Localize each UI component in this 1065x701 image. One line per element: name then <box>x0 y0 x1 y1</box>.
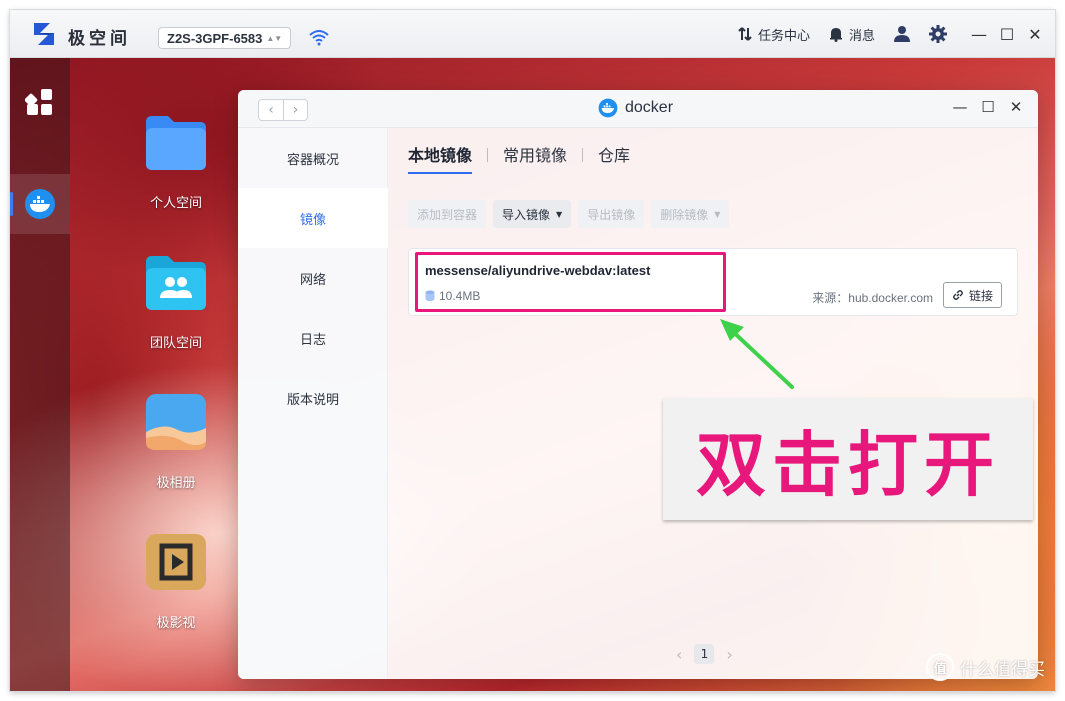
brand-name: 极空间 <box>68 29 131 49</box>
docker-whale-icon <box>25 189 55 219</box>
window-controls: — ☐ ✕ <box>950 98 1026 116</box>
settings-button[interactable] <box>929 25 947 43</box>
prev-page-icon[interactable]: ‹ <box>676 645 682 664</box>
button-label: 删除镜像 <box>660 207 709 222</box>
wifi-icon[interactable] <box>308 28 330 46</box>
messages-label: 消息 <box>848 28 875 44</box>
docker-window: ‹ › docker — ☐ ✕ 容器概况 镜像 网络 日志 版本说明 本地镜像… <box>238 90 1038 679</box>
sidebar-item-release-notes[interactable]: 版本说明 <box>238 368 388 428</box>
caret-down-icon: ▼ <box>556 209 563 219</box>
delete-image-button[interactable]: 删除镜像 ▼ <box>651 200 730 228</box>
zspace-logo-icon <box>34 23 54 45</box>
app-photos[interactable]: 极相册 <box>131 392 221 491</box>
window-title: docker <box>598 98 673 118</box>
task-center-button[interactable]: 任务中心 <box>737 25 810 44</box>
import-image-button[interactable]: 导入镜像 ▼ <box>493 200 572 228</box>
add-to-container-button[interactable]: 添加到容器 <box>408 200 487 228</box>
sidebar-item-label: 版本说明 <box>286 392 339 408</box>
gear-icon <box>929 25 947 43</box>
user-icon <box>894 26 910 42</box>
watermark-logo-icon: 值 <box>926 653 954 681</box>
close-icon[interactable]: ✕ <box>1006 98 1026 116</box>
image-card[interactable]: messense/aliyundrive-webdav:latest 10.4M… <box>408 248 1018 316</box>
system-top-bar: 极空间 Z2S-3GPF-6583 ▲▼ 任务中心 消息 — ☐ ✕ <box>10 10 1055 58</box>
window-titlebar: ‹ › docker — ☐ ✕ <box>238 90 1038 128</box>
nav-buttons: ‹ › <box>258 99 308 121</box>
sidebar-item-label: 日志 <box>299 332 326 348</box>
window-title-text: docker <box>625 99 674 116</box>
app-label: 团队空间 <box>149 336 202 351</box>
image-tabs: 本地镜像 常用镜像 仓库 <box>408 142 630 174</box>
maximize-icon[interactable]: ☐ <box>978 98 998 116</box>
app-grid-icon <box>25 89 52 115</box>
dock-docker-button[interactable] <box>10 174 70 234</box>
device-selector[interactable]: Z2S-3GPF-6583 ▲▼ <box>158 27 292 49</box>
chevron-down-icon: ▲▼ <box>266 33 283 43</box>
page-number-current[interactable]: 1 <box>694 644 715 664</box>
task-center-label: 任务中心 <box>757 28 810 44</box>
device-name: Z2S-3GPF-6583 <box>167 30 263 46</box>
database-icon <box>425 290 435 302</box>
minimize-icon[interactable]: — <box>950 98 970 116</box>
pagination: ‹ 1 › <box>676 644 733 664</box>
image-source: 来源：hub.docker.com <box>812 291 933 305</box>
image-size-value: 10.4MB <box>439 289 481 303</box>
left-dock <box>10 58 70 691</box>
tab-local-images[interactable]: 本地镜像 <box>408 142 473 174</box>
forward-arrow-icon[interactable]: › <box>283 100 307 120</box>
app-label: 极影视 <box>156 616 196 631</box>
sidebar-item-label: 镜像 <box>299 212 326 228</box>
dock-apps-button[interactable] <box>10 72 70 132</box>
close-icon[interactable]: ✕ <box>1021 25 1049 44</box>
button-label: 导出镜像 <box>587 207 636 222</box>
app-video[interactable]: 极影视 <box>131 532 221 631</box>
callout-box: 双击打开 <box>663 398 1033 520</box>
sidebar-item-label: 容器概况 <box>286 152 339 168</box>
export-image-button[interactable]: 导出镜像 <box>578 200 645 228</box>
link-button[interactable]: 链接 <box>942 282 1002 308</box>
sidebar-item-network[interactable]: 网络 <box>238 248 388 308</box>
link-button-label: 链接 <box>968 288 993 303</box>
link-icon <box>953 290 963 300</box>
sidebar-item-logs[interactable]: 日志 <box>238 308 388 368</box>
app-label: 个人空间 <box>149 196 202 211</box>
tab-registry[interactable]: 仓库 <box>598 142 630 174</box>
sidebar-item-images[interactable]: 镜像 <box>238 188 388 248</box>
bell-icon <box>829 28 842 42</box>
sidebar-item-overview[interactable]: 容器概况 <box>238 128 388 188</box>
screen-frame: 极空间 Z2S-3GPF-6583 ▲▼ 任务中心 消息 — ☐ ✕ 个人空间 … <box>10 10 1055 691</box>
watermark: 值 什么值得买 <box>926 653 1045 681</box>
maximize-icon[interactable]: ☐ <box>993 25 1021 44</box>
docker-whale-icon <box>598 98 618 118</box>
tab-divider <box>582 148 584 162</box>
caret-down-icon: ▼ <box>714 209 721 219</box>
window-sidebar: 容器概况 镜像 网络 日志 版本说明 <box>238 128 388 679</box>
messages-button[interactable]: 消息 <box>828 25 875 44</box>
pointer-arrow-icon <box>720 319 794 389</box>
next-page-icon[interactable]: › <box>726 645 732 664</box>
team-folder-icon <box>146 256 206 310</box>
tab-divider <box>487 148 489 162</box>
photo-album-icon <box>146 394 206 450</box>
minimize-icon[interactable]: — <box>965 25 993 44</box>
video-app-icon <box>146 534 206 590</box>
watermark-text: 什么值得买 <box>960 659 1045 680</box>
back-arrow-icon[interactable]: ‹ <box>259 100 283 120</box>
user-button[interactable] <box>893 25 911 43</box>
tab-common-images[interactable]: 常用镜像 <box>503 142 567 174</box>
app-team-space[interactable]: 团队空间 <box>131 252 221 351</box>
button-label: 导入镜像 <box>502 207 551 222</box>
image-size: 10.4MB <box>425 289 480 303</box>
app-label: 极相册 <box>156 476 196 491</box>
app-personal-space[interactable]: 个人空间 <box>131 112 221 211</box>
image-toolbar: 添加到容器 导入镜像 ▼ 导出镜像 删除镜像 ▼ <box>408 200 730 228</box>
button-label: 添加到容器 <box>417 207 478 222</box>
sidebar-item-label: 网络 <box>299 272 326 288</box>
folder-icon <box>146 116 206 170</box>
image-name: messense/aliyundrive-webdav:latest <box>425 263 651 278</box>
transfer-arrows-icon <box>738 27 752 41</box>
